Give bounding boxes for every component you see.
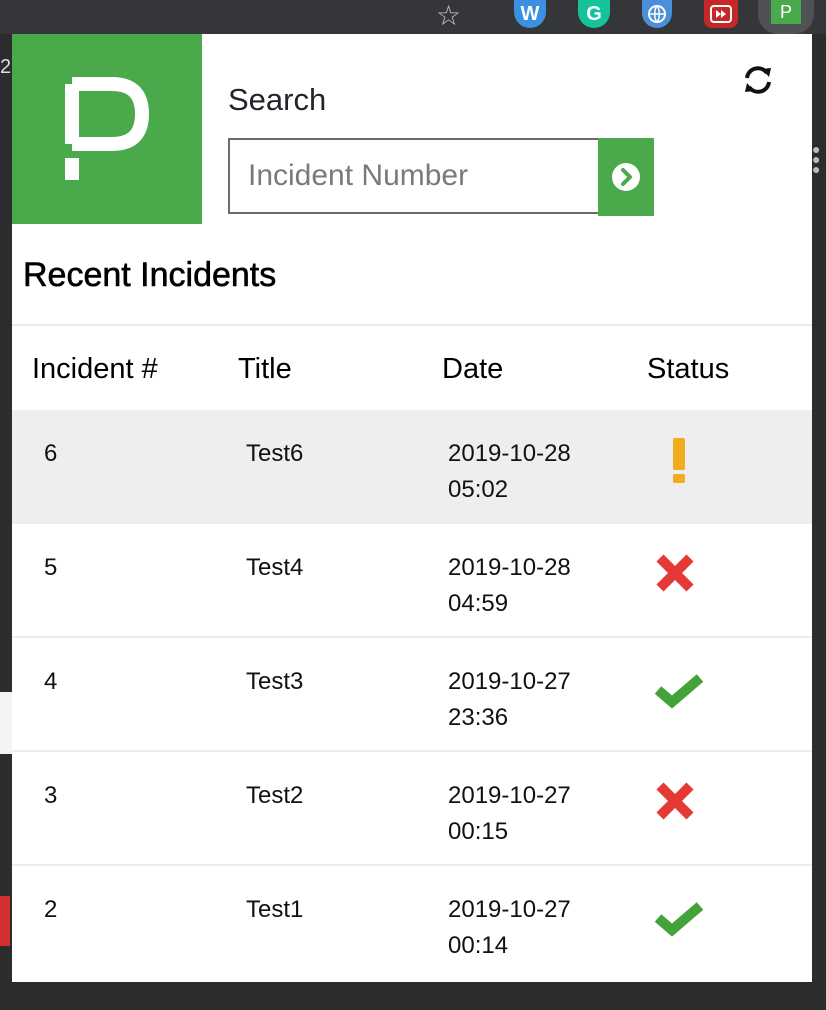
p-logo-icon — [65, 77, 150, 180]
incident-title: Test1 — [246, 896, 304, 923]
incident-date: 2019-10-27 00:15 — [448, 782, 571, 845]
incident-title: Test2 — [246, 782, 304, 809]
incident-date: 2019-10-27 00:14 — [448, 896, 571, 959]
refresh-icon — [745, 66, 771, 94]
table-row[interactable]: 6 Test6 2019-10-28 05:02 — [12, 410, 812, 524]
background-more-dots-icon: ● ● ● — [812, 141, 821, 177]
incident-number: 3 — [44, 782, 58, 809]
column-header-date: Date — [442, 353, 504, 385]
incident-number-input[interactable] — [228, 138, 598, 214]
g-extension-icon[interactable]: G — [578, 0, 610, 28]
column-header-title: Title — [238, 353, 292, 385]
recent-incidents-heading: Recent Incidents — [23, 256, 277, 295]
incidents-table: Incident # Title Date Status 6 Test6 201… — [12, 326, 812, 980]
w-extension-icon[interactable]: W — [514, 0, 546, 28]
table-row[interactable]: 5 Test4 2019-10-28 04:59 — [12, 524, 812, 638]
table-header: Incident # Title Date Status — [12, 326, 812, 410]
table-row[interactable]: 4 Test3 2019-10-27 23:36 — [12, 638, 812, 752]
incident-number: 6 — [44, 440, 58, 467]
incident-number: 2 — [44, 896, 58, 923]
incident-title: Test6 — [246, 440, 304, 467]
incident-title: Test3 — [246, 668, 304, 695]
failed-status-icon — [648, 774, 708, 845]
incident-number: 5 — [44, 554, 58, 581]
p-extension-icon[interactable]: P — [771, 0, 801, 24]
incident-date: 2019-10-28 04:59 — [448, 554, 571, 617]
table-row[interactable]: 3 Test2 2019-10-27 00:15 — [12, 752, 812, 866]
search-label: Search — [228, 82, 327, 117]
success-status-icon — [648, 660, 708, 731]
table-row[interactable]: 2 Test1 2019-10-27 00:14 — [12, 866, 812, 980]
app-logo — [12, 34, 202, 224]
incident-number: 4 — [44, 668, 58, 695]
search-submit-button[interactable] — [598, 138, 654, 216]
incident-title: Test4 — [246, 554, 304, 581]
incident-date: 2019-10-27 23:36 — [448, 668, 571, 731]
background-page — [0, 34, 12, 1010]
failed-status-icon — [648, 546, 708, 617]
incident-date: 2019-10-28 05:02 — [448, 440, 571, 503]
chevron-right-circle-icon — [612, 163, 640, 191]
background-page-badge — [0, 896, 10, 946]
bookmark-star-icon[interactable]: ☆ — [436, 2, 466, 32]
media-extension-icon[interactable] — [704, 0, 738, 28]
browser-toolbar: ☆ W G P — [0, 0, 826, 34]
refresh-button[interactable] — [740, 62, 776, 98]
warning-status-icon — [648, 432, 708, 503]
column-header-status: Status — [647, 353, 730, 385]
success-status-icon — [648, 888, 708, 959]
extension-popup: Search Recent Incidents Incident # Title… — [12, 34, 812, 982]
globe-extension-icon[interactable] — [642, 0, 672, 28]
background-page-panel — [0, 692, 12, 754]
column-header-incident-number: Incident # — [32, 353, 158, 385]
